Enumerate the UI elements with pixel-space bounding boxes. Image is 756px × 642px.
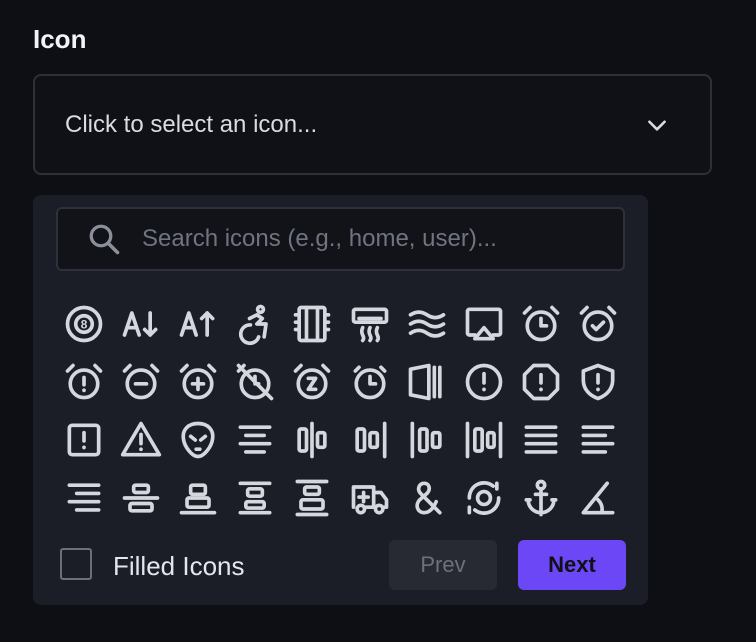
alarm-icon[interactable] — [513, 295, 570, 353]
anchor-icon[interactable] — [513, 469, 570, 527]
align-h-center-icon[interactable] — [284, 411, 341, 469]
align-v-distribute-icon[interactable] — [341, 411, 398, 469]
align-box-center-middle-icon[interactable] — [112, 469, 169, 527]
align-center-icon[interactable] — [227, 411, 284, 469]
alarm-check-icon[interactable] — [570, 295, 627, 353]
accessible-icon[interactable] — [227, 295, 284, 353]
sort-descending-letters-icon[interactable] — [169, 295, 226, 353]
align-box-top-center-icon[interactable] — [227, 469, 284, 527]
ambulance-icon[interactable] — [341, 469, 398, 527]
alert-octagon-icon[interactable] — [513, 353, 570, 411]
align-justified-icon[interactable] — [513, 411, 570, 469]
alarm-off-icon[interactable] — [227, 353, 284, 411]
airplay-icon[interactable] — [455, 295, 512, 353]
align-left-bars-icon[interactable] — [398, 411, 455, 469]
alarm-minus-icon[interactable] — [112, 353, 169, 411]
accordion-icon[interactable] — [284, 295, 341, 353]
air-conditioning-icon[interactable] — [341, 295, 398, 353]
ampersand-icon[interactable] — [398, 469, 455, 527]
align-right-icon[interactable] — [55, 469, 112, 527]
search-box — [56, 207, 625, 271]
align-box-middle-icon[interactable] — [284, 469, 341, 527]
field-label: Icon — [33, 24, 87, 54]
alarm-snooze-icon[interactable] — [284, 353, 341, 411]
svg-text:8: 8 — [80, 318, 87, 332]
alert-triangle-icon[interactable] — [112, 411, 169, 469]
alien-icon[interactable] — [169, 411, 226, 469]
icon-picker-panel: 8 — [33, 195, 648, 605]
select-placeholder: Click to select an icon... — [65, 110, 318, 138]
align-right-bars-icon[interactable] — [455, 411, 512, 469]
alert-shield-icon[interactable] — [570, 353, 627, 411]
search-icon — [89, 224, 120, 255]
icon-grid: 8 — [55, 295, 627, 527]
icon-select[interactable]: Click to select an icon... — [33, 74, 712, 175]
search-input[interactable] — [140, 224, 623, 254]
alert-square-icon[interactable] — [55, 411, 112, 469]
angle-icon[interactable] — [570, 469, 627, 527]
filled-icons-label: Filled Icons — [113, 551, 245, 581]
filled-icons-checkbox[interactable] — [60, 548, 92, 580]
next-button[interactable]: Next — [518, 540, 626, 590]
alarm-clock-icon[interactable] — [341, 353, 398, 411]
8ball-icon[interactable]: 8 — [55, 295, 112, 353]
chevron-down-icon — [648, 119, 666, 131]
analyze-icon[interactable] — [455, 469, 512, 527]
alarm-plus-icon[interactable] — [169, 353, 226, 411]
align-box-bottom-center-icon[interactable] — [169, 469, 226, 527]
alarm-exclamation-icon[interactable] — [55, 353, 112, 411]
align-left-icon[interactable] — [570, 411, 627, 469]
prev-button[interactable]: Prev — [389, 540, 497, 590]
album-icon[interactable] — [398, 353, 455, 411]
alert-circle-icon[interactable] — [455, 353, 512, 411]
sort-ascending-letters-icon[interactable] — [112, 295, 169, 353]
air-wave-icon[interactable] — [398, 295, 455, 353]
